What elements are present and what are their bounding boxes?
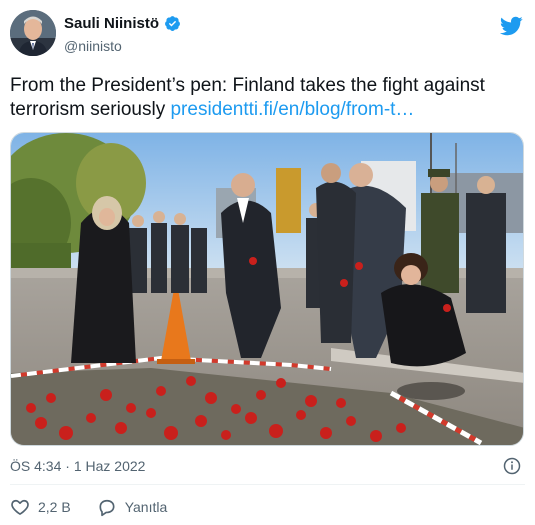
- heart-icon: [11, 499, 29, 515]
- reply-bubble-icon: [99, 499, 115, 517]
- reply-label: Yanıtla: [124, 499, 168, 515]
- tweet-time: ÖS 4:34: [10, 458, 62, 474]
- like-button[interactable]: 2,2 B: [10, 497, 71, 517]
- tweet-date: 1 Haz 2022: [73, 458, 146, 474]
- tweet-actions: 2,2 B Yanıtla: [10, 497, 193, 517]
- like-count: 2,2 B: [38, 499, 71, 515]
- author-handle[interactable]: @niinisto: [64, 38, 122, 54]
- tweet-link[interactable]: presidentti.fi/en/blog/from-t…: [170, 99, 414, 120]
- tweet-text: From the President’s pen: Finland takes …: [10, 74, 522, 122]
- reply-button[interactable]: Yanıtla: [97, 497, 168, 517]
- divider: [10, 484, 525, 485]
- tweet-timestamp[interactable]: ÖS 4:34 · 1 Haz 2022: [10, 458, 145, 474]
- tweet-photo[interactable]: [10, 132, 524, 446]
- author-name-row[interactable]: Sauli Niinistö: [64, 15, 181, 32]
- info-icon[interactable]: [503, 457, 521, 475]
- display-name[interactable]: Sauli Niinistö: [64, 15, 159, 32]
- tweet-card: Sauli Niinistö @niinisto From the Presid…: [0, 0, 535, 525]
- meta-separator: ·: [61, 458, 74, 474]
- verified-badge-icon: [165, 16, 180, 31]
- avatar[interactable]: [10, 10, 56, 56]
- twitter-bird-icon[interactable]: [499, 14, 523, 38]
